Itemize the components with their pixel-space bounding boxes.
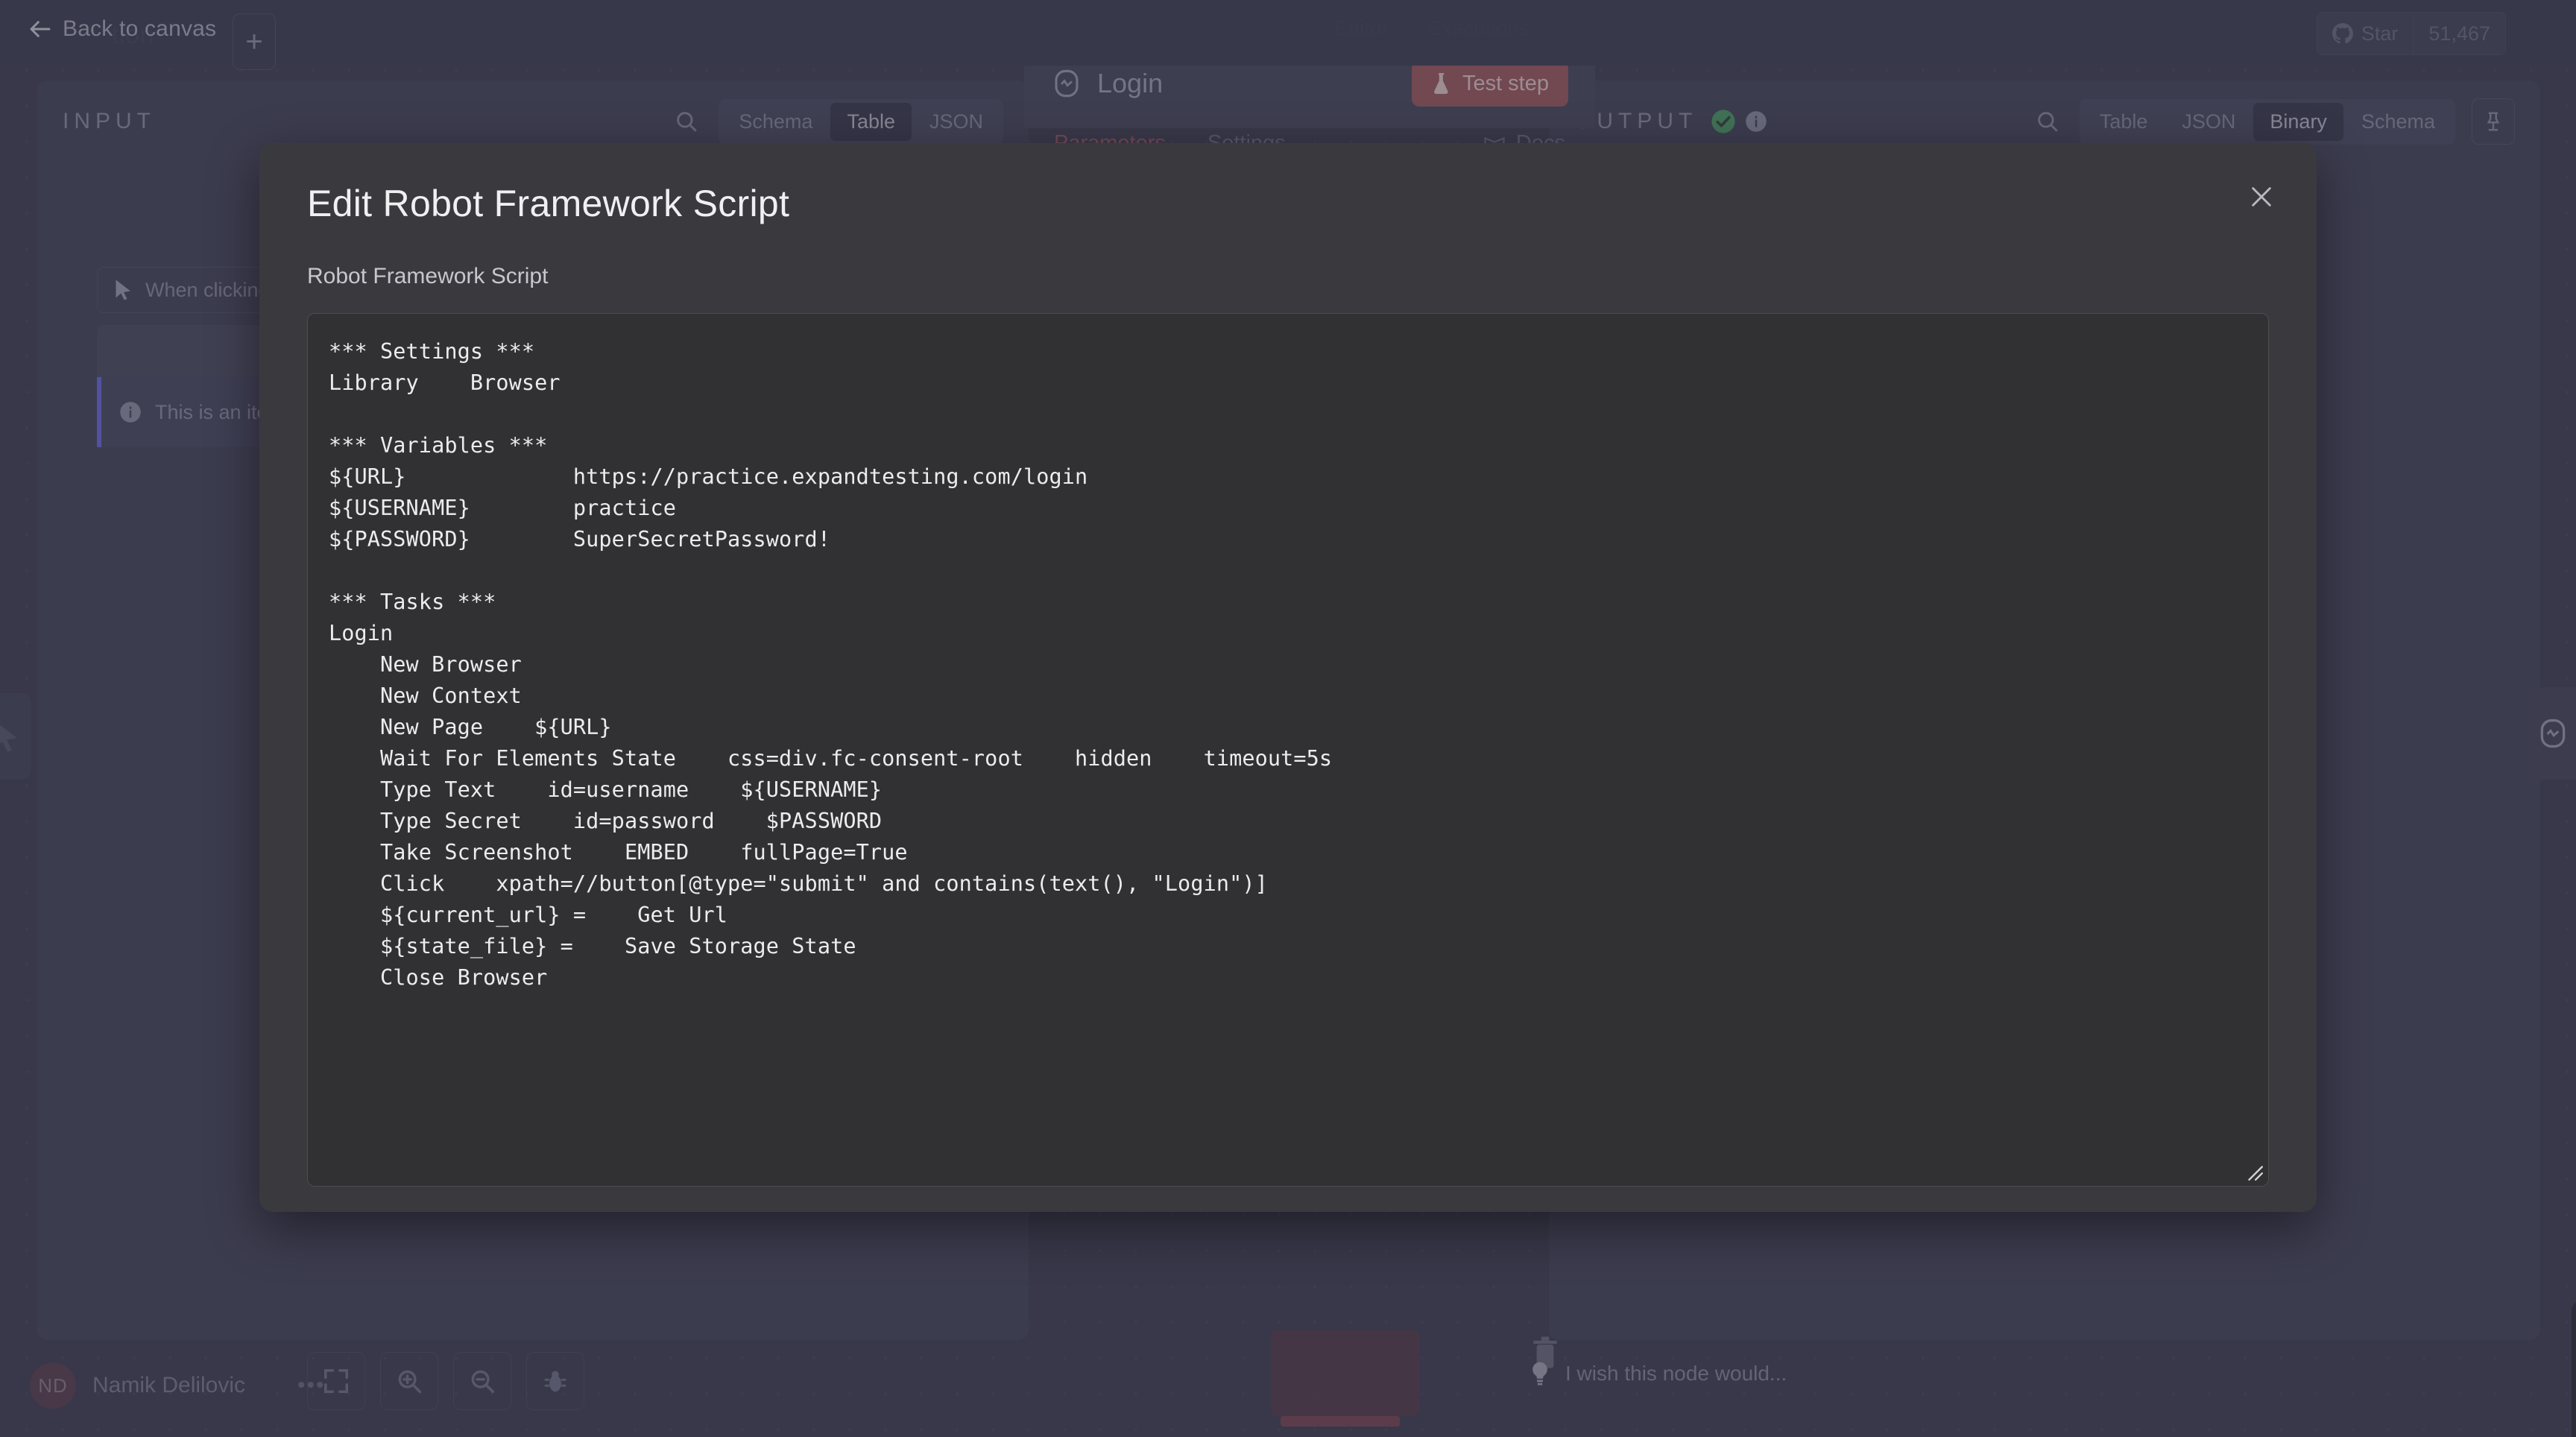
modal-title: Edit Robot Framework Script — [307, 182, 2269, 225]
close-icon[interactable] — [2242, 177, 2281, 216]
script-editor-content[interactable]: *** Settings *** Library Browser *** Var… — [329, 336, 2247, 994]
script-editor-textarea[interactable]: *** Settings *** Library Browser *** Var… — [307, 313, 2269, 1187]
resize-grip-icon[interactable] — [2244, 1162, 2264, 1181]
script-field-label: Robot Framework Script — [307, 264, 2269, 289]
edit-script-modal: Edit Robot Framework Script Robot Framew… — [259, 143, 2317, 1212]
ndv-screen: INPUT Schema Table JSON When clicking — [0, 0, 2576, 1437]
